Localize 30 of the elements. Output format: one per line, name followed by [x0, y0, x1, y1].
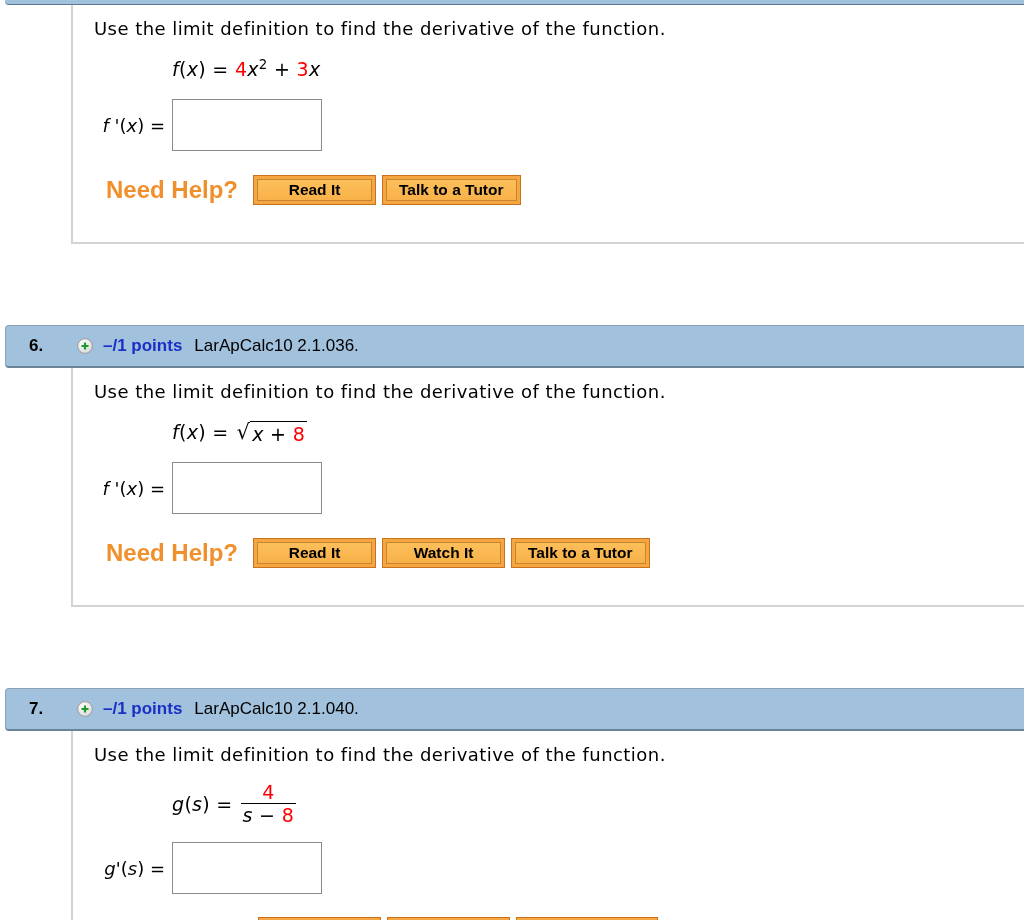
need-help-label: Need Help? — [106, 539, 239, 567]
function-formula: g(s) = 4 s − 8 — [172, 781, 297, 826]
question-number: 7. — [29, 699, 44, 718]
plus-icon[interactable] — [77, 701, 93, 717]
answer-label: f '(x) = — [102, 477, 165, 499]
help-button[interactable] — [258, 917, 381, 920]
score-label: –/1 points — [103, 699, 183, 719]
help-button[interactable] — [516, 917, 658, 920]
function-formula: f(x) = 4x$^{2}$ + 3x — [172, 55, 321, 82]
help-button[interactable]: Talk to a Tutor — [511, 538, 650, 568]
question-source: LarApCalc10 2.1.040. — [194, 699, 359, 719]
question-prompt: Use the limit definition to find the derivative of the function. — [94, 380, 666, 404]
need-help-label: Need Help? — [106, 176, 239, 204]
question-prompt: Use the limit definition to find the derivative of the function. — [94, 743, 666, 767]
question-source: LarApCalc10 2.1.036. — [194, 336, 359, 356]
question-number: 6. — [29, 336, 44, 355]
help-button[interactable]: Watch It — [382, 538, 506, 568]
plus-icon[interactable] — [77, 338, 93, 354]
answer-label: g'(s) = — [104, 857, 165, 879]
help-button[interactable] — [387, 917, 510, 920]
answer-field[interactable] — [172, 842, 322, 894]
function-formula: f(x) = √x + 8 — [172, 419, 308, 446]
help-button[interactable]: Read It — [253, 175, 377, 205]
score-label: –/1 points — [103, 336, 183, 356]
help-button[interactable]: Read It — [253, 538, 377, 568]
answer-field[interactable] — [172, 99, 322, 151]
question-prompt: Use the limit definition to find the derivative of the function. — [94, 17, 666, 41]
answer-label: f '(x) = — [102, 114, 165, 136]
help-button[interactable]: Talk to a Tutor — [382, 175, 521, 205]
answer-field[interactable] — [172, 462, 322, 514]
